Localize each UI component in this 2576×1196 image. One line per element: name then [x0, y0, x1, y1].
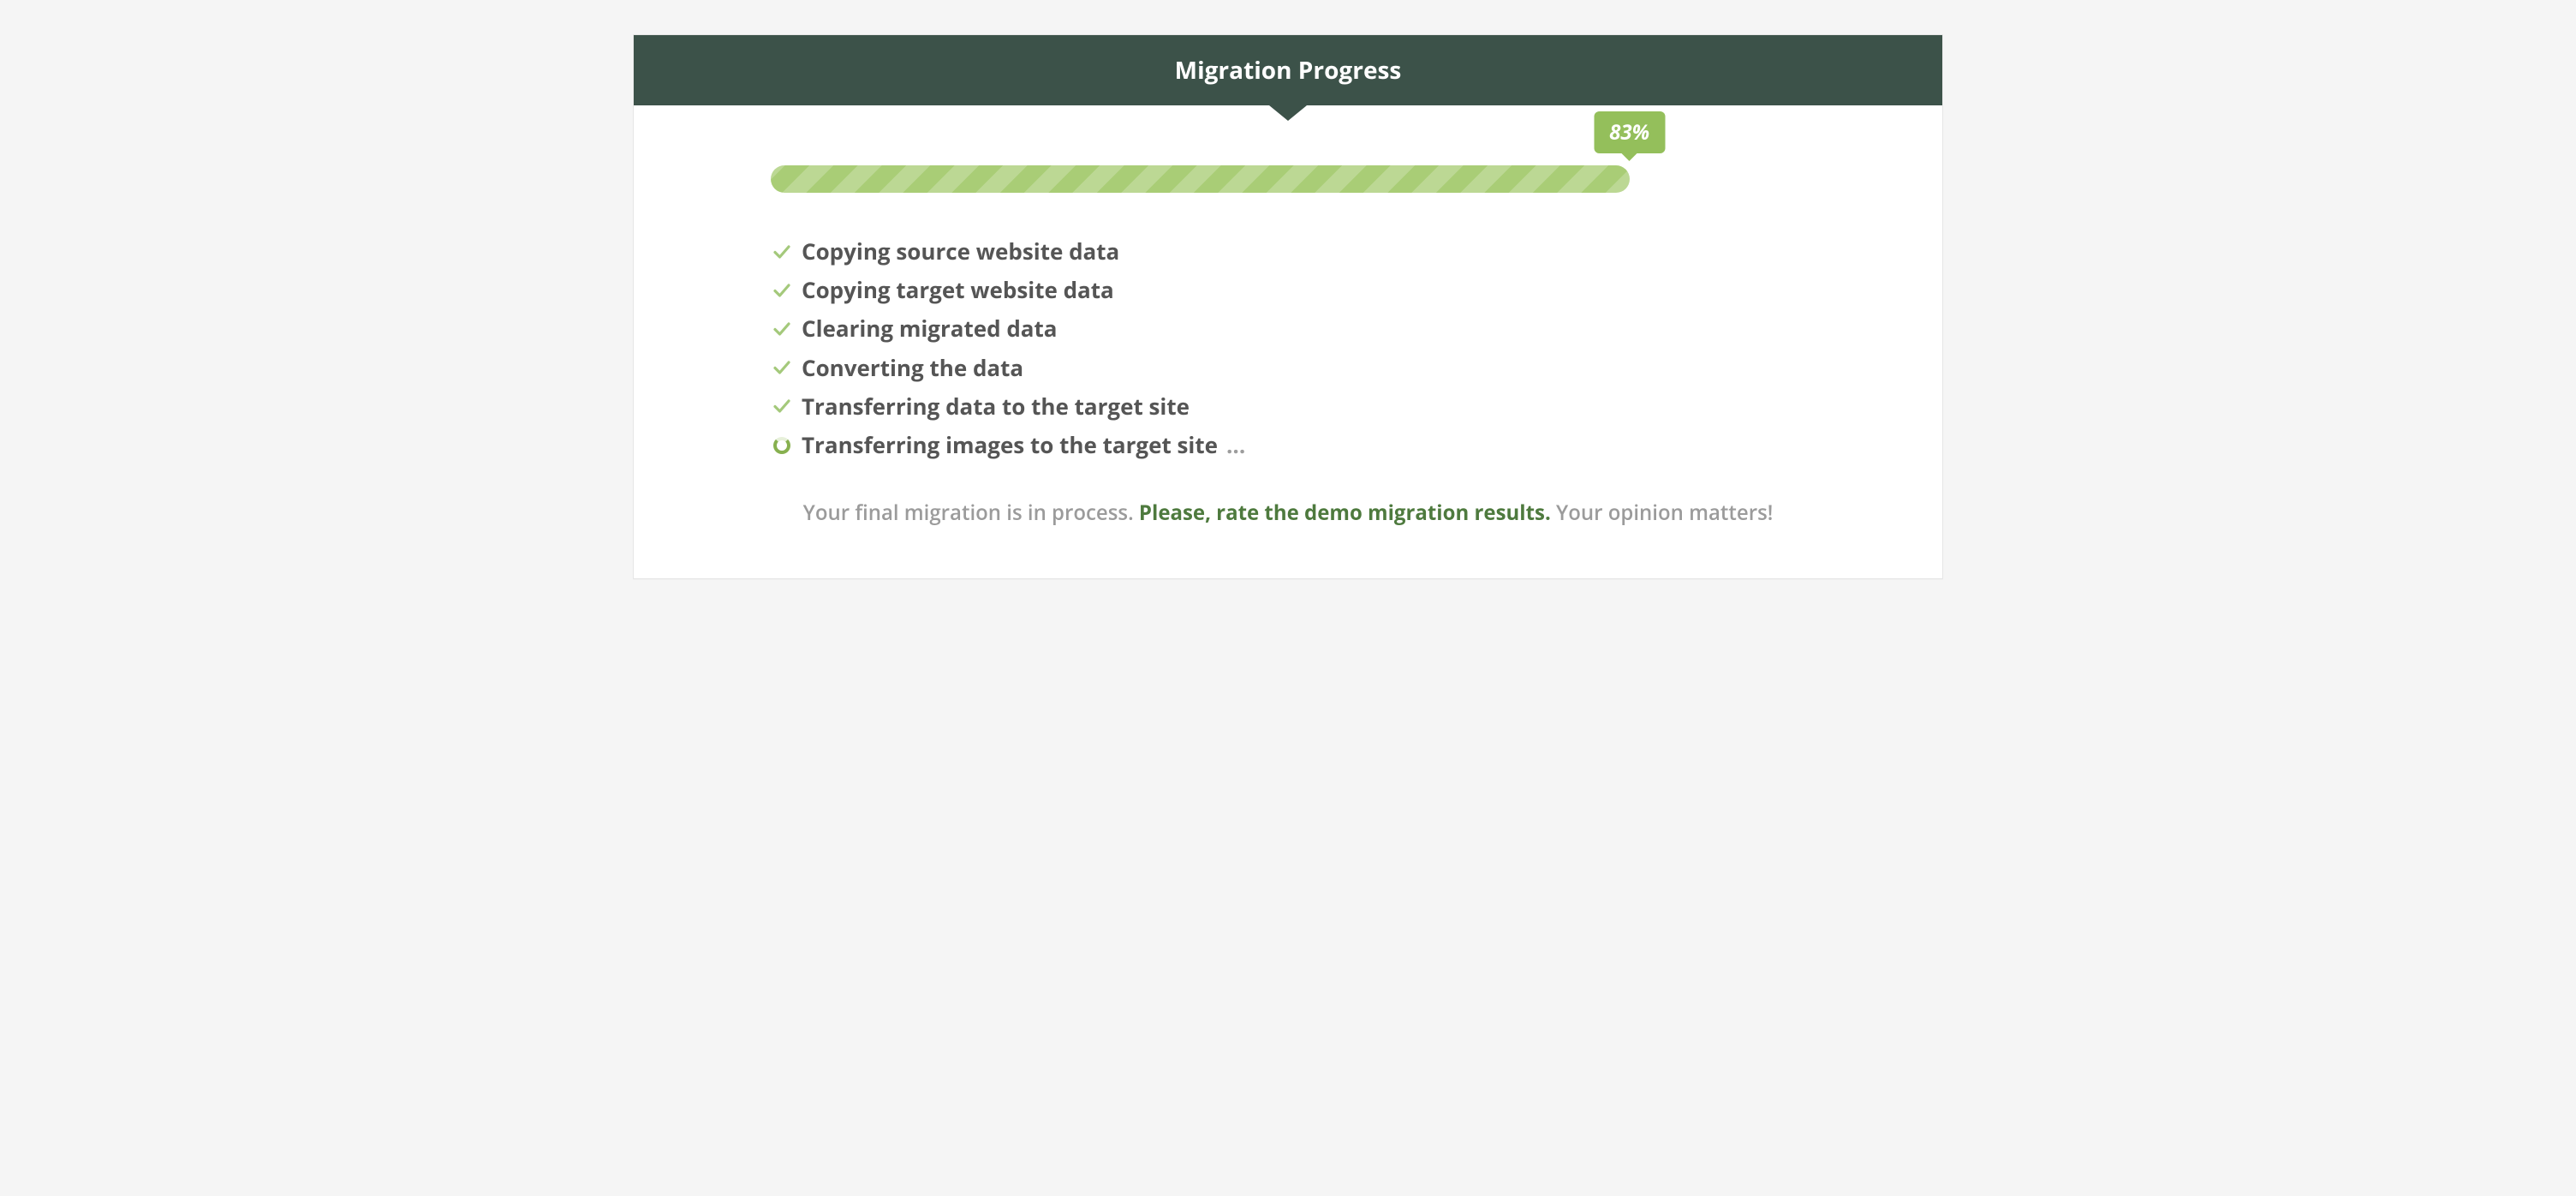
progress-bar-fill	[771, 165, 1630, 193]
step-item: Clearing migrated data	[771, 309, 1805, 348]
card-body: 83% Copying source website data Copying t…	[634, 105, 1942, 578]
check-icon	[771, 279, 793, 302]
step-item: Transferring data to the target site	[771, 387, 1805, 426]
migration-progress-card: Migration Progress 83% Copying source we…	[633, 34, 1943, 579]
steps-list: Copying source website data Copying targe…	[771, 232, 1805, 464]
step-label: Clearing migrated data	[802, 315, 1058, 342]
step-label: Copying source website data	[802, 238, 1119, 265]
footer-lead-text: Your final migration is in process.	[803, 499, 1139, 527]
step-item: Copying source website data	[771, 232, 1805, 271]
step-label: Transferring images to the target site	[802, 432, 1218, 458]
card-header: Migration Progress	[634, 35, 1942, 105]
step-item: Copying target website data	[771, 271, 1805, 309]
step-item: Transferring images to the target site..…	[771, 426, 1805, 464]
footer-trail-text: Your opinion matters!	[1556, 499, 1773, 527]
ellipsis-icon: ...	[1226, 432, 1245, 458]
check-icon	[771, 395, 793, 417]
footer-note: Your final migration is in process. Plea…	[771, 499, 1805, 527]
check-icon	[771, 241, 793, 263]
caret-down-icon	[1269, 105, 1307, 121]
progress-percent-text: 83%	[1609, 118, 1649, 147]
spinner-icon	[771, 434, 793, 457]
step-label: Converting the data	[802, 355, 1023, 381]
progress-track	[771, 165, 1805, 193]
check-icon	[771, 356, 793, 379]
check-icon	[771, 318, 793, 340]
rate-demo-link[interactable]: Please, rate the demo migration results.	[1139, 499, 1551, 527]
progress-percent-badge: 83%	[1594, 111, 1665, 153]
progress-section: 83%	[771, 165, 1805, 193]
step-label: Transferring data to the target site	[802, 393, 1190, 420]
card-title: Migration Progress	[1175, 54, 1402, 87]
step-item: Converting the data	[771, 349, 1805, 387]
step-label: Copying target website data	[802, 277, 1114, 303]
